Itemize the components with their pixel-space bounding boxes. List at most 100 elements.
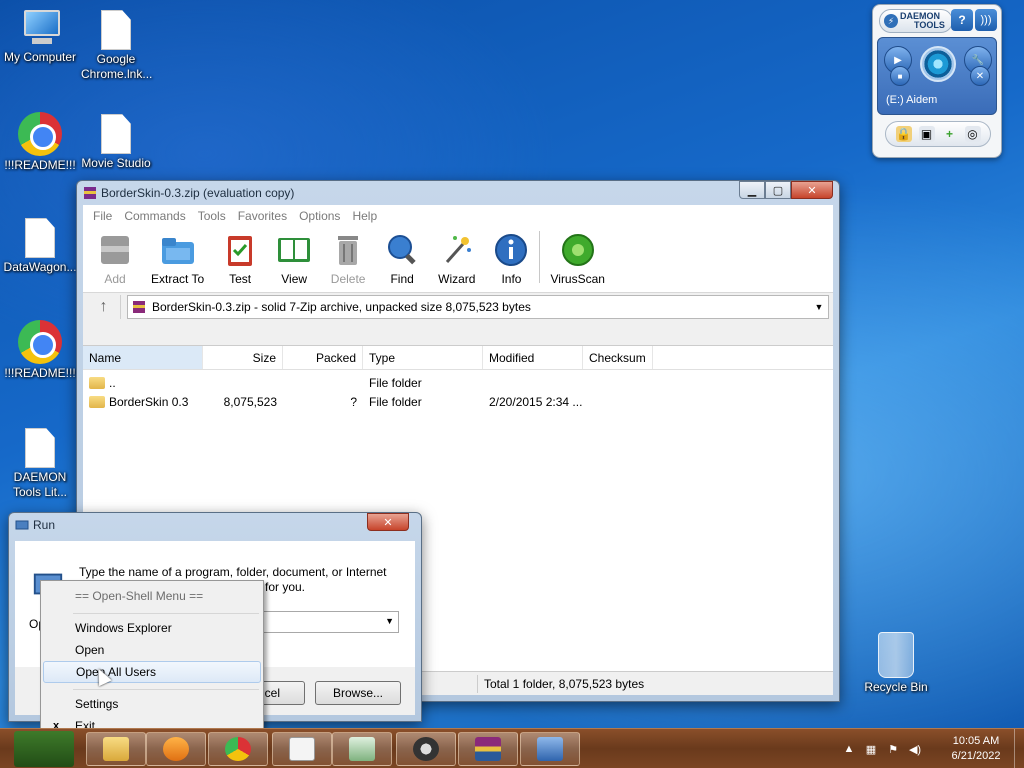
column-packed[interactable]: Packed: [283, 346, 363, 369]
virtual-drive-panel: ▶ ■ 🔧 ✕ (E:) Aidem: [877, 37, 997, 115]
desktop-icon-label: Movie Studio: [81, 156, 151, 170]
taskbar-notepad[interactable]: [332, 732, 392, 766]
close-button[interactable]: ✕: [367, 513, 409, 531]
run-icon: [15, 520, 29, 530]
virusscan-button[interactable]: VirusScan: [550, 232, 605, 286]
menu-item-settings[interactable]: Settings: [43, 693, 261, 715]
show-desktop-button[interactable]: [1014, 729, 1024, 768]
taskbar-run[interactable]: [520, 732, 580, 766]
help-button[interactable]: ?: [951, 9, 973, 31]
winrar-icon: [84, 187, 96, 199]
menu-item-open[interactable]: Open: [43, 639, 261, 661]
start-button[interactable]: [14, 731, 74, 767]
desktop-icon-recycle-bin[interactable]: Recycle Bin: [856, 632, 936, 695]
column-type[interactable]: Type: [363, 346, 483, 369]
wizard-button[interactable]: Wizard: [438, 232, 475, 286]
add-drive-icon[interactable]: +: [942, 126, 958, 142]
menu-options[interactable]: Options: [293, 209, 346, 223]
flag-icon[interactable]: ⚑: [886, 742, 900, 756]
address-bar: ↑ BorderSkin-0.3.zip - solid 7-Zip archi…: [83, 293, 833, 321]
file-modified: 2/20/2015 2:34 ...: [489, 394, 583, 409]
chevron-down-icon[interactable]: ▼: [385, 616, 394, 626]
taskbar-explorer[interactable]: [86, 732, 146, 766]
archive-icon: [133, 301, 145, 313]
column-size[interactable]: Size: [203, 346, 283, 369]
gear-icon: [413, 737, 439, 761]
column-modified[interactable]: Modified: [483, 346, 583, 369]
table-row[interactable]: .. File folder: [83, 373, 833, 392]
menu-tools[interactable]: Tools: [192, 209, 232, 223]
desktop-icon-my-computer[interactable]: My Computer: [0, 8, 80, 65]
file-type: File folder: [369, 394, 422, 409]
add-icon: [101, 236, 129, 264]
view-button[interactable]: View: [276, 232, 312, 286]
desktop-icon-readme-2[interactable]: !!!README!!!: [0, 320, 80, 381]
minimize-button[interactable]: ▁: [739, 181, 765, 199]
virusscan-label: VirusScan: [550, 272, 605, 286]
rss-button[interactable]: ))): [975, 9, 997, 31]
delete-button[interactable]: Delete: [330, 232, 366, 286]
table-row[interactable]: BorderSkin 0.3 8,075,523 ? File folder 2…: [83, 392, 833, 411]
add-label: Add: [104, 272, 126, 286]
stop-button[interactable]: ■: [890, 66, 910, 86]
close-button[interactable]: ✕: [791, 181, 833, 199]
lock-icon[interactable]: 🔒: [895, 126, 912, 142]
taskbar-winrar[interactable]: [458, 732, 518, 766]
run-titlebar[interactable]: Run: [9, 513, 421, 537]
taskbar-chrome[interactable]: [208, 732, 268, 766]
desktop-icon-label: !!!README!!!: [4, 366, 76, 380]
volume-icon[interactable]: ◀): [908, 742, 922, 756]
browse-button[interactable]: Browse...: [315, 681, 401, 705]
menu-file[interactable]: File: [87, 209, 118, 223]
caption-buttons: ✕: [367, 513, 409, 531]
column-headers: Name Size Packed Type Modified Checksum: [83, 346, 833, 370]
column-name[interactable]: Name: [83, 346, 203, 369]
add-button[interactable]: Add: [97, 232, 133, 286]
winrar-titlebar[interactable]: BorderSkin-0.3.zip (evaluation copy): [77, 181, 839, 205]
clock[interactable]: 10:05 AM 6/21/2022: [944, 734, 1008, 764]
daemon-tools-logo[interactable]: ⚡ DAEMON TOOLS: [879, 9, 953, 33]
extract-to-button[interactable]: Extract To: [151, 232, 204, 286]
run-description-line1: Type the name of a program, folder, docu…: [79, 565, 387, 579]
menu-help[interactable]: Help: [346, 209, 383, 223]
menu-bar: File Commands Tools Favorites Options He…: [83, 205, 833, 227]
maximize-button[interactable]: ▢: [765, 181, 791, 199]
run-title: Run: [33, 518, 56, 532]
desktop-icon-readme-1[interactable]: !!!README!!!: [0, 112, 80, 173]
taskbar-settings[interactable]: [396, 732, 456, 766]
desktop-icon-chrome-lnk[interactable]: Google Chrome.lnk...: [76, 10, 156, 82]
desktop-icon-datawagon[interactable]: DataWagon...: [0, 218, 80, 275]
folder-icon: [89, 376, 105, 389]
column-checksum[interactable]: Checksum: [583, 346, 653, 369]
desktop-icon-label: DAEMON Tools Lit...: [12, 470, 68, 499]
menu-commands[interactable]: Commands: [118, 209, 191, 223]
image-catalog-icon[interactable]: ▣: [918, 126, 935, 142]
taskbar-media-player[interactable]: [146, 732, 206, 766]
find-label: Find: [390, 272, 414, 286]
find-button[interactable]: Find: [384, 232, 420, 286]
brand-line2: TOOLS: [914, 20, 945, 30]
test-button[interactable]: Test: [222, 232, 258, 286]
unmount-button[interactable]: ✕: [970, 66, 990, 86]
menu-favorites[interactable]: Favorites: [232, 209, 293, 223]
document-icon: [25, 218, 55, 258]
document-icon: [25, 428, 55, 468]
disc-icon[interactable]: [920, 46, 956, 82]
menu-item-open-all-users[interactable]: Open All Users: [43, 661, 261, 683]
address-field[interactable]: BorderSkin-0.3.zip - solid 7-Zip archive…: [127, 295, 829, 319]
menu-item-windows-explorer[interactable]: Windows Explorer: [43, 617, 261, 639]
info-button[interactable]: Info: [493, 232, 529, 286]
remove-drive-icon[interactable]: ◎: [964, 126, 981, 142]
desktop-icon-movie-studio[interactable]: Movie Studio: [76, 114, 156, 171]
network-icon[interactable]: ▦: [864, 742, 878, 756]
taskbar-document[interactable]: [272, 732, 332, 766]
book-icon: [278, 238, 311, 262]
extract-to-label: Extract To: [151, 272, 205, 286]
chevron-down-icon[interactable]: ▼: [810, 302, 828, 312]
menu-separator: [73, 607, 259, 614]
show-hidden-icons-icon[interactable]: ▲: [842, 742, 856, 756]
arrow-up-icon: ↑: [99, 298, 108, 315]
desktop-icon-daemon-tools[interactable]: DAEMON Tools Lit...: [0, 428, 80, 500]
up-one-level-button[interactable]: ↑: [87, 295, 121, 319]
daemon-tools-gadget: ⚡ DAEMON TOOLS ? ))) ▶ ■ 🔧 ✕ (E:) Aidem 🔒…: [872, 4, 1002, 158]
